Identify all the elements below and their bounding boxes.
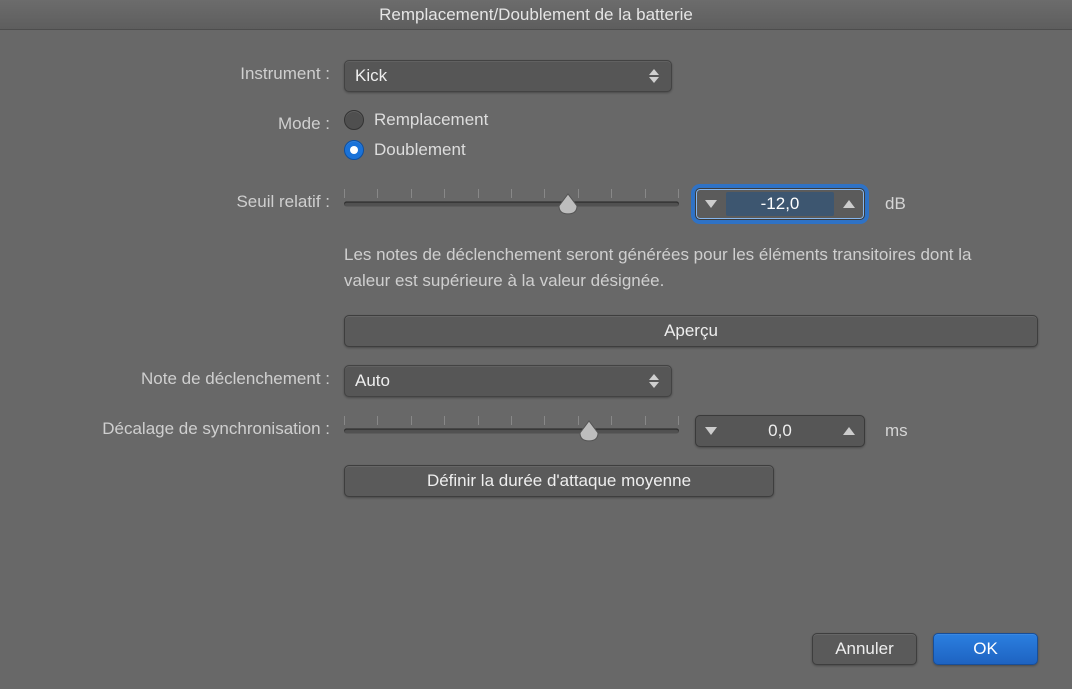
offset-label: Décalage de synchronisation :: [34, 415, 344, 439]
slider-thumb-icon[interactable]: [557, 192, 579, 214]
set-attack-button[interactable]: Définir la durée d'attaque moyenne: [344, 465, 774, 497]
mode-radio-doublement[interactable]: Doublement: [344, 140, 1038, 160]
threshold-label: Seuil relatif :: [34, 188, 344, 212]
threshold-unit: dB: [885, 194, 906, 214]
offset-unit: ms: [885, 421, 908, 441]
chevron-updown-icon: [647, 69, 661, 83]
slider-ticks: [344, 189, 679, 199]
stepper-increment-icon[interactable]: [834, 189, 864, 219]
mode-option-label: Doublement: [374, 140, 466, 160]
stepper-decrement-icon[interactable]: [696, 416, 726, 446]
trigger-note-select[interactable]: Auto: [344, 365, 672, 397]
offset-slider[interactable]: [344, 416, 679, 446]
mode-option-label: Remplacement: [374, 110, 488, 130]
threshold-stepper[interactable]: -12,0: [695, 188, 865, 220]
threshold-value[interactable]: -12,0: [726, 192, 834, 216]
ok-button[interactable]: OK: [933, 633, 1038, 665]
slider-ticks: [344, 416, 679, 426]
offset-stepper[interactable]: 0,0: [695, 415, 865, 447]
threshold-description: Les notes de déclenchement seront généré…: [344, 242, 1014, 293]
trigger-note-value: Auto: [355, 371, 390, 391]
window-title: Remplacement/Doublement de la batterie: [0, 0, 1072, 30]
instrument-label: Instrument :: [34, 60, 344, 84]
threshold-slider[interactable]: [344, 189, 679, 219]
mode-radio-remplacement[interactable]: Remplacement: [344, 110, 1038, 130]
radio-icon: [344, 140, 364, 160]
stepper-decrement-icon[interactable]: [696, 189, 726, 219]
trigger-note-label: Note de déclenchement :: [34, 365, 344, 389]
preview-button[interactable]: Aperçu: [344, 315, 1038, 347]
chevron-updown-icon: [647, 374, 661, 388]
offset-value[interactable]: 0,0: [726, 421, 834, 441]
mode-label: Mode :: [34, 110, 344, 134]
slider-thumb-icon[interactable]: [578, 419, 600, 441]
radio-icon: [344, 110, 364, 130]
cancel-button[interactable]: Annuler: [812, 633, 917, 665]
instrument-value: Kick: [355, 66, 387, 86]
instrument-select[interactable]: Kick: [344, 60, 672, 92]
stepper-increment-icon[interactable]: [834, 416, 864, 446]
